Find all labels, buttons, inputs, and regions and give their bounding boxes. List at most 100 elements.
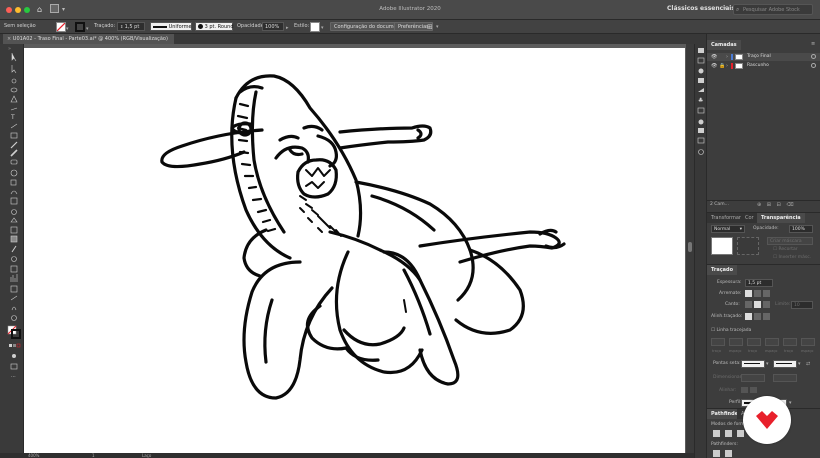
layer-name[interactable]: Rascunho — [747, 63, 769, 68]
layers-panel-tab[interactable]: Camadas — [707, 40, 741, 50]
workspace-chevron-icon[interactable]: ▾ — [723, 5, 726, 12]
unite-button[interactable] — [713, 430, 720, 437]
status-bar: 400% 1 Laço — [0, 453, 706, 458]
transparency-opacity-field[interactable]: 100% — [789, 225, 813, 233]
invert-mask-checkbox[interactable]: ☐ Inverter másc. — [773, 255, 811, 260]
arrow-tip-at-end-button[interactable] — [750, 387, 757, 393]
align-center-button[interactable] — [745, 313, 752, 320]
canvas-area[interactable] — [24, 44, 694, 453]
brushes-panel-icon — [698, 88, 704, 92]
selection-tool-icon — [11, 53, 17, 62]
align-panel-icon — [698, 128, 704, 133]
end-arrowhead-select[interactable] — [773, 360, 797, 368]
zoom-level[interactable]: 400% — [28, 453, 39, 458]
stroke-swatch[interactable] — [75, 22, 85, 32]
layer-row[interactable]: 👁 🔒 › Rascunho — [707, 62, 820, 70]
stock-search-input[interactable]: ⌕ Pesquisar Adobe Stock — [733, 4, 813, 15]
tab-color[interactable]: Cor — [741, 213, 758, 223]
blend-mode-select[interactable]: Normal ▾ — [711, 225, 745, 233]
target-circle-icon[interactable] — [811, 54, 816, 59]
document-tab-label: U01A02 - Traso Final - Parte03.ai* @ 400… — [12, 36, 168, 42]
layers-menu-icon[interactable]: ≡ — [811, 41, 815, 47]
search-icon: ⌕ — [736, 6, 740, 13]
divide-button[interactable] — [713, 450, 720, 457]
vertical-scrollbar[interactable] — [686, 44, 694, 453]
tab-transparency[interactable]: Transparência — [757, 213, 805, 223]
layer-row[interactable]: 👁 › Traço Final — [707, 53, 820, 61]
opacity-chevron-icon[interactable]: ▸ — [286, 25, 289, 31]
start-arrow-chevron-icon[interactable]: ▾ — [766, 361, 769, 367]
trim-button[interactable] — [725, 450, 732, 457]
align-arrows-label: Alinhar: — [719, 388, 737, 393]
visibility-eye-icon[interactable]: 👁 — [711, 54, 717, 60]
style-label: Estilo: — [294, 23, 310, 29]
make-mask-button[interactable]: Criar máscara — [767, 237, 813, 245]
align-outside-button[interactable] — [763, 313, 770, 320]
target-circle-icon[interactable] — [811, 63, 816, 68]
gap-input[interactable] — [765, 338, 779, 346]
start-arrowhead-select[interactable] — [741, 360, 765, 368]
dashed-line-checkbox[interactable]: ☐ Linha tracejada — [711, 328, 751, 333]
arrange-documents-icon[interactable]: ⊞ — [427, 23, 433, 31]
vertical-scroll-thumb[interactable] — [688, 242, 692, 252]
expand-chevron-icon[interactable]: › — [726, 54, 728, 60]
fill-swatch[interactable] — [56, 22, 66, 32]
align-inside-button[interactable] — [754, 313, 761, 320]
bevel-join-button[interactable] — [763, 301, 770, 308]
scale-label: Dimensionar: — [713, 375, 743, 380]
dash-input[interactable] — [711, 338, 725, 346]
dash-input[interactable] — [747, 338, 761, 346]
round-join-button[interactable] — [754, 301, 761, 308]
gap-input[interactable] — [801, 338, 815, 346]
start-scale-input[interactable] — [741, 374, 765, 382]
weight-label: Espessura: — [717, 280, 742, 285]
layers-count: 2 Cam... — [710, 202, 729, 207]
swap-arrows-icon[interactable]: ⇄ — [806, 361, 810, 367]
style-chevron-icon[interactable]: ▾ — [321, 25, 324, 31]
symbol-sprayer-tool-icon — [10, 265, 18, 273]
symbols-panel-icon: ♣ — [698, 97, 703, 104]
tool-icons: T ··· — [7, 53, 21, 380]
clip-checkbox[interactable]: ☐ Recortar — [773, 247, 798, 252]
round-cap-button[interactable] — [754, 290, 761, 297]
artboard[interactable] — [24, 48, 685, 453]
graph-tool-icon — [10, 274, 18, 282]
visibility-eye-icon[interactable]: 👁 — [711, 63, 717, 69]
dash-input[interactable] — [783, 338, 797, 346]
stroke-weight-input[interactable]: 1,5 pt — [745, 279, 773, 287]
end-scale-input[interactable] — [773, 374, 797, 382]
layers-footer-icons[interactable]: ⊕ ⊞ ⊟ ⌫ — [757, 202, 795, 208]
expand-chevron-icon[interactable]: › — [726, 63, 728, 69]
document-tab[interactable]: × U01A02 - Traso Final - Parte03.ai* @ 4… — [3, 34, 174, 44]
page-number[interactable]: 1 — [92, 453, 95, 458]
brush-definition-select[interactable]: 3 pt. Round — [195, 22, 234, 31]
libraries-panel-icon — [697, 57, 705, 64]
stroke-chevron-icon[interactable]: ▾ — [86, 26, 89, 32]
miter-limit-input[interactable]: 10 — [791, 301, 813, 309]
fill-chevron-icon[interactable]: ▾ — [66, 26, 69, 32]
stroke-panel-tab[interactable]: Traçado — [707, 265, 738, 275]
butt-cap-button[interactable] — [745, 290, 752, 297]
limit-label: Limite: — [775, 302, 791, 307]
dash-label: traço — [784, 349, 794, 353]
tab-transform[interactable]: Transformar — [707, 213, 745, 223]
opacity-field[interactable]: 100% — [262, 22, 284, 31]
arrange-chevron-icon[interactable]: ▾ — [436, 24, 439, 30]
mesh-tool-icon — [10, 226, 18, 234]
end-arrow-chevron-icon[interactable]: ▾ — [798, 361, 801, 367]
miter-join-button[interactable] — [745, 301, 752, 308]
gap-label: espaço — [765, 349, 778, 353]
draw-mode-icon — [12, 354, 16, 358]
projecting-cap-button[interactable] — [763, 290, 770, 297]
minus-front-button[interactable] — [725, 430, 732, 437]
arrow-tip-beyond-button[interactable] — [741, 387, 748, 393]
curvature-tool-icon — [10, 107, 18, 111]
fill-stroke-widget — [7, 325, 21, 339]
graphic-style-swatch[interactable] — [310, 22, 320, 32]
hand-tool-icon — [11, 306, 17, 311]
gap-input[interactable] — [729, 338, 743, 346]
layer-name[interactable]: Traço Final — [747, 54, 771, 59]
lock-icon[interactable]: 🔒 — [719, 63, 725, 69]
stroke-weight-field[interactable]: ⇕ 1,5 pt — [117, 22, 145, 31]
variable-width-profile-select[interactable]: Uniforme — [150, 22, 192, 31]
